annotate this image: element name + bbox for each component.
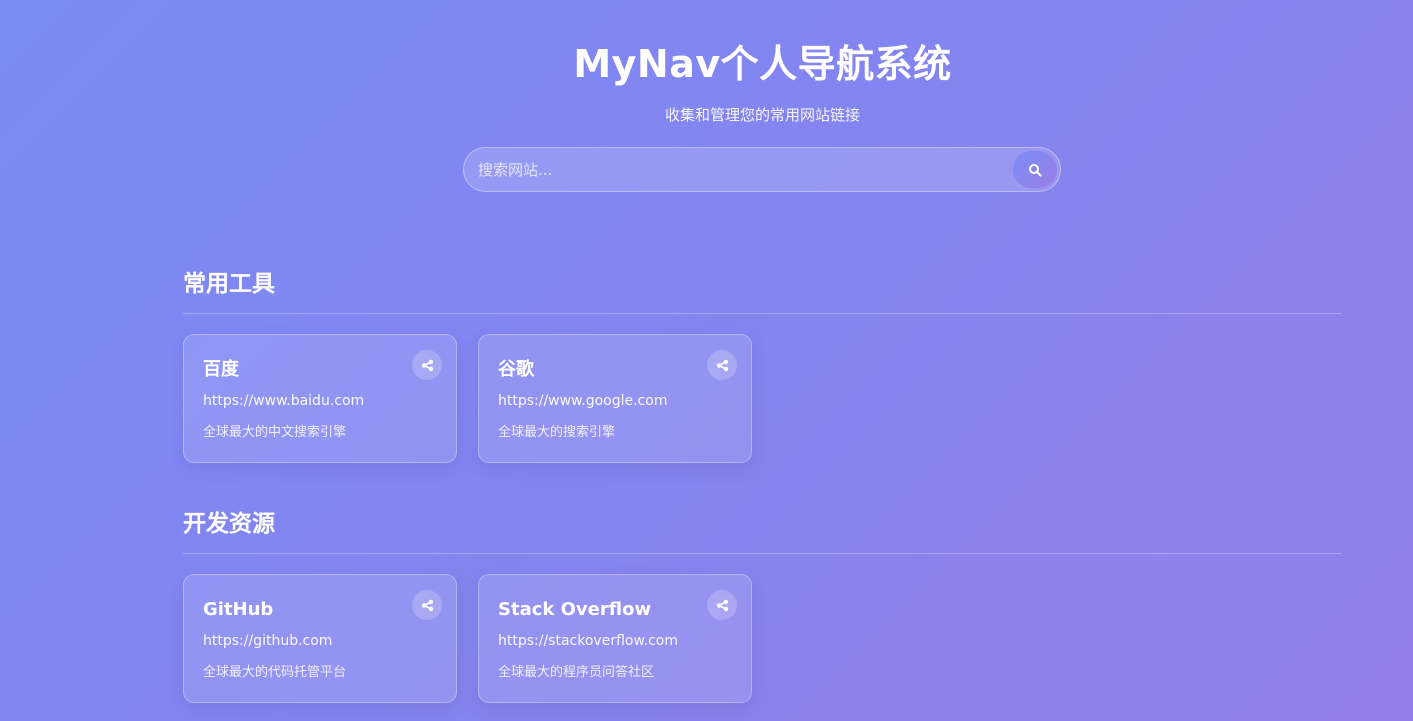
card-url[interactable]: https://www.google.com xyxy=(498,391,667,411)
share-icon xyxy=(716,359,729,372)
page-title: MyNav个人导航系统 xyxy=(573,42,952,86)
search-icon xyxy=(1028,163,1042,177)
card-description: 全球最大的代码托管平台 xyxy=(203,665,347,680)
search-input[interactable] xyxy=(478,148,1008,191)
site-card-github[interactable]: GitHub https://github.com 全球最大的代码托管平台 xyxy=(183,574,457,703)
share-icon xyxy=(716,599,729,612)
section-divider xyxy=(183,313,1342,314)
site-card-stackoverflow[interactable]: Stack Overflow https://stackoverflow.com… xyxy=(478,574,752,703)
card-title: 百度 xyxy=(203,359,239,380)
share-button[interactable] xyxy=(412,350,442,380)
share-icon xyxy=(421,599,434,612)
share-button[interactable] xyxy=(707,590,737,620)
page-subtitle: 收集和管理您的常用网站链接 xyxy=(664,106,860,124)
card-title: GitHub xyxy=(203,599,274,620)
card-description: 全球最大的中文搜索引擎 xyxy=(203,425,347,440)
site-card-google[interactable]: 谷歌 https://www.google.com 全球最大的搜索引擎 xyxy=(478,334,752,463)
site-card-baidu[interactable]: 百度 https://www.baidu.com 全球最大的中文搜索引擎 xyxy=(183,334,457,463)
share-icon xyxy=(421,359,434,372)
share-button[interactable] xyxy=(412,590,442,620)
card-url[interactable]: https://github.com xyxy=(203,631,332,651)
card-title: Stack Overflow xyxy=(498,599,652,620)
card-url[interactable]: https://stackoverflow.com xyxy=(498,631,678,651)
section-title-dev: 开发资源 xyxy=(183,511,275,537)
section-title-tools: 常用工具 xyxy=(183,271,275,297)
card-url[interactable]: https://www.baidu.com xyxy=(203,391,364,411)
card-description: 全球最大的搜索引擎 xyxy=(498,425,616,440)
search-button[interactable] xyxy=(1013,151,1057,188)
share-button[interactable] xyxy=(707,350,737,380)
search-bar xyxy=(463,147,1061,192)
section-divider xyxy=(183,553,1342,554)
card-title: 谷歌 xyxy=(498,359,534,380)
card-description: 全球最大的程序员问答社区 xyxy=(498,665,655,680)
